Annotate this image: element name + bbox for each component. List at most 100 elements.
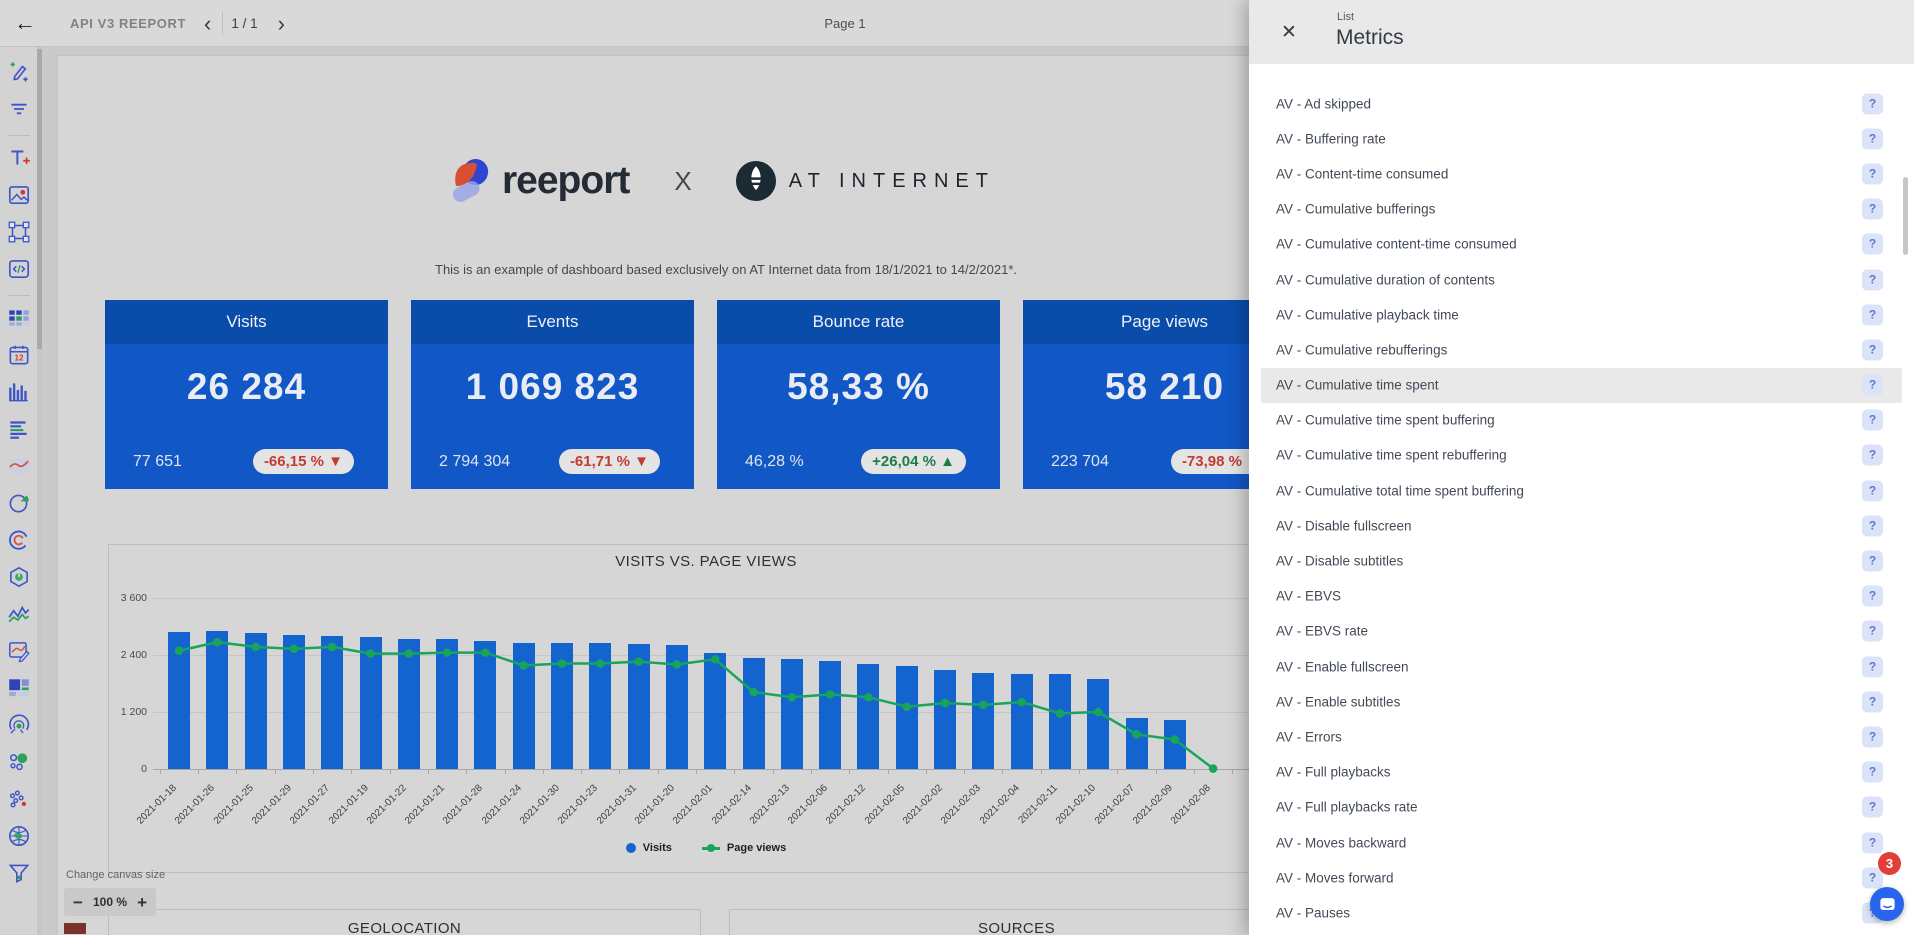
bar-chart-icon[interactable] (6, 379, 32, 405)
world-map-icon[interactable] (6, 823, 32, 849)
gauge-icon[interactable] (6, 527, 32, 553)
toolbar-scrollbar-thumb[interactable] (37, 49, 42, 349)
help-icon[interactable]: ? (1862, 621, 1883, 642)
visits-pageviews-chart[interactable]: VISITS VS. PAGE VIEWS 01 2002 4003 60020… (108, 544, 1304, 873)
metric-row[interactable]: AV - Full playbacks? (1261, 755, 1902, 790)
frame-icon[interactable] (6, 219, 32, 245)
help-icon[interactable]: ? (1862, 339, 1883, 360)
metric-label: AV - Full playbacks (1276, 765, 1391, 780)
x-axis-tick (619, 769, 620, 774)
chat-bubble-icon (1878, 895, 1897, 914)
help-icon[interactable]: ? (1862, 691, 1883, 712)
zoom-out-button[interactable]: − (73, 894, 83, 911)
x-axis-tick (275, 769, 276, 774)
embed-code-icon[interactable] (6, 256, 32, 282)
panel-header: ✕ List Metrics (1249, 0, 1914, 64)
funnel-icon[interactable] (6, 860, 32, 886)
metric-row[interactable]: AV - Enable fullscreen? (1261, 649, 1902, 684)
table-icon[interactable] (6, 305, 32, 331)
metric-row[interactable]: AV - Ad skipped? (1261, 86, 1902, 121)
help-icon[interactable]: ? (1862, 410, 1883, 431)
metric-row[interactable]: AV - Content-time consumed? (1261, 156, 1902, 191)
filter-lines-icon[interactable] (6, 96, 32, 122)
x-axis-tick (581, 769, 582, 774)
scatter-plot-icon[interactable] (6, 786, 32, 812)
help-icon[interactable]: ? (1862, 445, 1883, 466)
x-axis-tick (313, 769, 314, 774)
metric-row[interactable]: AV - Pauses? (1261, 895, 1902, 930)
kpi-footer: 2 794 304-61,71 % ▼ (411, 449, 694, 474)
help-icon[interactable]: ? (1862, 480, 1883, 501)
metric-row[interactable]: AV - Cumulative content-time consumed? (1261, 227, 1902, 262)
geolocation-widget[interactable]: GEOLOCATION (108, 909, 701, 935)
metric-row[interactable]: AV - Cumulative duration of contents? (1261, 262, 1902, 297)
area-chart-icon[interactable] (6, 453, 32, 479)
metric-row[interactable]: AV - Errors? (1261, 719, 1902, 754)
help-icon[interactable]: ? (1862, 375, 1883, 396)
help-icon[interactable]: ? (1862, 234, 1883, 255)
metric-row[interactable]: AV - Cumulative rebufferings? (1261, 332, 1902, 367)
x-axis-tick (964, 769, 965, 774)
help-icon[interactable]: ? (1862, 128, 1883, 149)
help-icon[interactable]: ? (1862, 586, 1883, 607)
polygon-chart-icon[interactable] (6, 564, 32, 590)
image-icon[interactable] (6, 182, 32, 208)
next-page-icon[interactable]: › (274, 13, 289, 35)
annotate-plus-icon[interactable] (6, 59, 32, 85)
chart-edit-icon[interactable] (6, 638, 32, 664)
metric-row[interactable]: AV - Moves forward? (1261, 860, 1902, 895)
help-icon[interactable]: ? (1862, 304, 1883, 325)
bubble-chart-icon[interactable] (6, 749, 32, 775)
metric-row[interactable]: AV - Buffering rate? (1261, 121, 1902, 156)
metric-row[interactable]: AV - Disable fullscreen? (1261, 508, 1902, 543)
add-text-icon[interactable] (6, 145, 32, 171)
dashboard-canvas-page[interactable]: reeport X AT INTERNET This is an example… (57, 55, 1373, 935)
metric-label: AV - Cumulative bufferings (1276, 202, 1435, 217)
visits-bar (474, 641, 496, 769)
help-icon[interactable]: ? (1862, 163, 1883, 184)
panel-scrollbar-thumb[interactable] (1903, 177, 1908, 255)
help-icon[interactable]: ? (1862, 93, 1883, 114)
metric-row[interactable]: AV - Disable subtitles? (1261, 543, 1902, 578)
zoom-in-button[interactable]: + (137, 894, 147, 911)
sources-widget[interactable]: SOURCES (729, 909, 1304, 935)
metric-row[interactable]: AV - Cumulative time spent buffering? (1261, 403, 1902, 438)
x-axis-tick (1079, 769, 1080, 774)
horizontal-bars-icon[interactable] (6, 416, 32, 442)
kpi-footer: 46,28 %+26,04 % ▲ (717, 449, 1000, 474)
metric-row[interactable]: AV - Cumulative bufferings? (1261, 192, 1902, 227)
metric-row[interactable]: AV - Enable subtitles? (1261, 684, 1902, 719)
kpi-card-visits[interactable]: Visits26 28477 651-66,15 % ▼ (105, 300, 388, 489)
metric-row[interactable]: AV - Cumulative time spent? (1261, 368, 1902, 403)
help-icon[interactable]: ? (1862, 832, 1883, 853)
calendar-icon[interactable]: 12 (6, 342, 32, 368)
help-icon[interactable]: ? (1862, 551, 1883, 572)
metric-row[interactable]: AV - EBVS rate? (1261, 614, 1902, 649)
back-arrow-icon[interactable]: ← (10, 9, 40, 39)
help-icon[interactable]: ? (1862, 762, 1883, 783)
chat-button[interactable] (1870, 887, 1904, 921)
help-icon[interactable]: ? (1862, 199, 1883, 220)
pie-chart-icon[interactable] (6, 490, 32, 516)
metric-row[interactable]: AV - Cumulative total time spent bufferi… (1261, 473, 1902, 508)
metric-row[interactable]: AV - EBVS? (1261, 579, 1902, 614)
kpi-card-events[interactable]: Events1 069 8232 794 304-61,71 % ▼ (411, 300, 694, 489)
radar-chart-icon[interactable] (6, 712, 32, 738)
line-chart-icon[interactable] (6, 601, 32, 627)
help-icon[interactable]: ? (1862, 269, 1883, 290)
metric-row[interactable]: AV - Full playbacks rate? (1261, 790, 1902, 825)
help-icon[interactable]: ? (1862, 515, 1883, 536)
kpi-card-bounce-rate[interactable]: Bounce rate58,33 %46,28 %+26,04 % ▲ (717, 300, 1000, 489)
metric-label: AV - Pauses (1276, 905, 1350, 920)
close-icon[interactable]: ✕ (1281, 21, 1297, 44)
help-icon[interactable]: ? (1862, 726, 1883, 747)
metric-row[interactable]: AV - Moves backward? (1261, 825, 1902, 860)
x-axis-tick (390, 769, 391, 774)
help-icon[interactable]: ? (1862, 656, 1883, 677)
metric-row[interactable]: AV - Cumulative playback time? (1261, 297, 1902, 332)
metric-row[interactable]: AV - Cumulative time spent rebuffering? (1261, 438, 1902, 473)
help-icon[interactable]: ? (1862, 797, 1883, 818)
previous-page-icon[interactable]: ‹ (200, 13, 215, 35)
treemap-icon[interactable] (6, 675, 32, 701)
kpi-title: Visits (105, 300, 388, 344)
